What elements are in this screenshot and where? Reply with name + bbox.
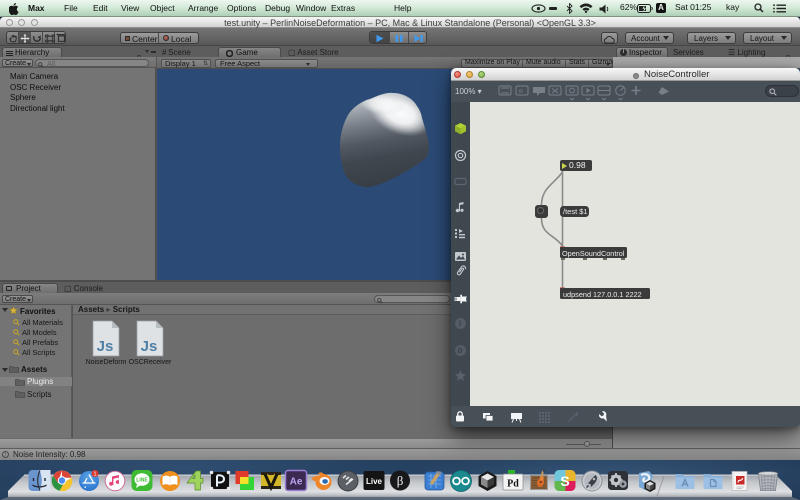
svg-text:Pd: Pd	[507, 479, 519, 490]
svg-text:Ae: Ae	[290, 477, 303, 488]
svg-text:Live: Live	[366, 477, 383, 486]
svg-text:β: β	[397, 473, 404, 488]
svg-text:m: m	[519, 88, 523, 95]
svg-text:Js: Js	[97, 338, 114, 355]
svg-text:Js: Js	[141, 338, 158, 355]
svg-text:S: S	[560, 473, 569, 489]
svg-text:LINE: LINE	[136, 478, 148, 484]
svg-text:1: 1	[93, 472, 96, 478]
